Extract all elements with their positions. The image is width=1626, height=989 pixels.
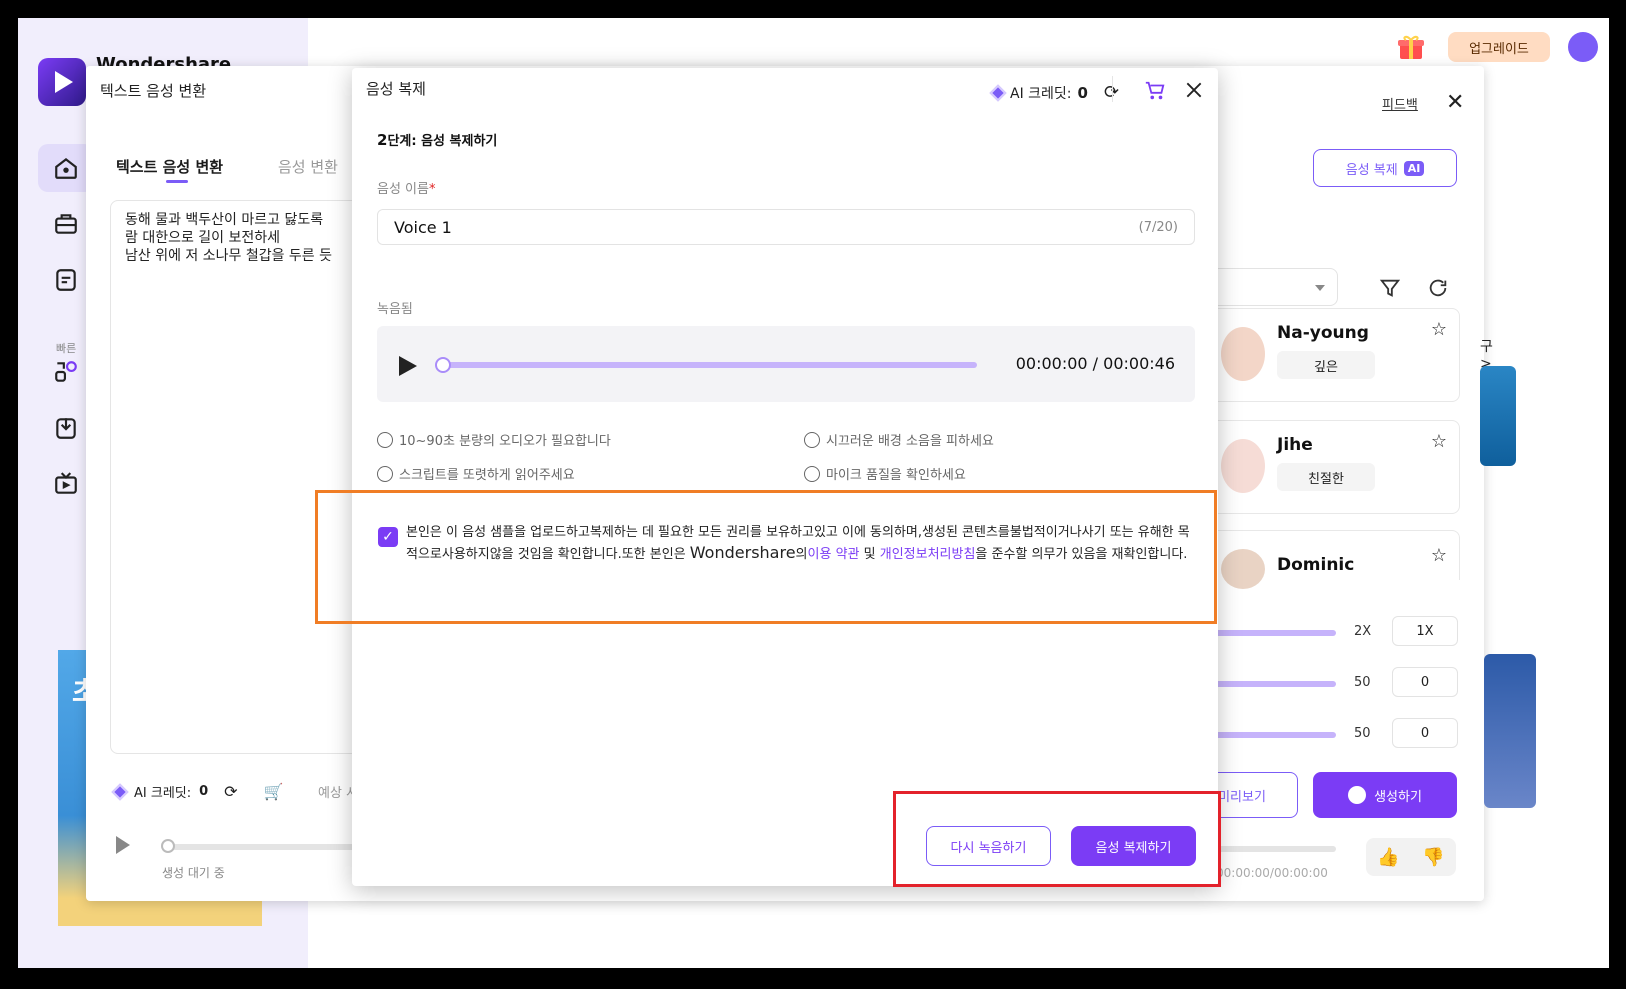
gift-icon[interactable]	[1396, 32, 1426, 62]
char-count: (7/20)	[1138, 219, 1178, 235]
voice-name: Na-young	[1277, 323, 1369, 343]
thumbs-up-icon[interactable]: 👍	[1377, 847, 1399, 868]
pitch-slider[interactable]: 50 0	[1202, 667, 1458, 699]
play-icon[interactable]	[399, 356, 417, 376]
voice-clone-modal: 음성 복제 AI 크레딧:0 ⟳ 2단계: 음성 복제하기 음성 이름* Voi…	[352, 68, 1218, 886]
voice-card[interactable]: Jihe 친절한 ☆	[1202, 420, 1460, 514]
credit-diamond-icon	[989, 84, 1007, 101]
output-progress-track[interactable]	[1216, 846, 1336, 852]
privacy-link[interactable]: 개인정보처리방침	[880, 547, 976, 562]
tip-item: 10~90초 분량의 오디오가 필요합니다	[377, 430, 611, 449]
tts-credit-row: AI 크레딧: 0 ⟳ 🛒	[111, 782, 284, 801]
slider-value-input[interactable]: 0	[1392, 667, 1458, 697]
star-icon[interactable]: ☆	[1431, 319, 1447, 340]
tts-credit-label: AI 크레딧:	[134, 786, 192, 801]
audio-player: 00:00:00 / 00:00:46	[377, 326, 1195, 402]
slider-track[interactable]	[1202, 630, 1336, 636]
recorded-label: 녹음됨	[377, 302, 413, 317]
clone-voice-button[interactable]: 음성 복제하기	[1071, 826, 1196, 866]
divider	[1112, 76, 1113, 102]
voice-clone-button[interactable]: 음성 복제 AI	[1313, 149, 1457, 187]
consent-highlight: ✓ 본인은 이 음성 샘플을 업로드하고복제하는 데 필요한 모든 권리를 보유…	[315, 490, 1217, 624]
modal-credit-label: AI 크레딧:	[1010, 85, 1072, 102]
star-icon[interactable]: ☆	[1431, 431, 1447, 452]
script-textarea[interactable]: 동해 물과 백두산이 마르고 닳도록 람 대한으로 길이 보전하세 남산 위에 …	[110, 200, 370, 754]
audio-progress-knob[interactable]	[435, 357, 451, 373]
tip-item: 스크립트를 또렷하게 읽어주세요	[377, 464, 575, 483]
tip-item: 시끄러운 배경 소음을 피하세요	[804, 430, 994, 449]
consent-checkbox[interactable]: ✓	[378, 527, 398, 547]
modal-credit-value: 0	[1077, 83, 1088, 102]
voice-name: Jihe	[1277, 435, 1313, 455]
modal-credit: AI 크레딧:0 ⟳	[989, 82, 1119, 103]
speed-slider[interactable]: 2X 1X	[1202, 616, 1458, 648]
thumbs-down-icon[interactable]: 👎	[1422, 847, 1444, 868]
voice-tag: 친절한	[1277, 463, 1375, 491]
generate-label: 생성하기	[1374, 789, 1422, 805]
volume-slider[interactable]: 50 0	[1202, 718, 1458, 750]
step-indicator: 2단계: 음성 복제하기	[377, 131, 498, 149]
cart-icon[interactable]: 🛒	[264, 782, 284, 801]
user-avatar-icon[interactable]	[1568, 32, 1598, 62]
voice-name-input[interactable]: Voice 1 (7/20)	[377, 209, 1195, 245]
cart-icon[interactable]	[1144, 80, 1166, 107]
tts-progress-track[interactable]	[164, 844, 364, 850]
slider-max-label: 50	[1354, 726, 1371, 741]
close-icon[interactable]	[1184, 80, 1204, 105]
rating-box: 👍 👎	[1366, 838, 1456, 876]
credit-diamond-icon	[111, 783, 129, 800]
check-circle-icon	[804, 465, 820, 482]
ai-badge: AI	[1403, 160, 1425, 176]
tts-credit-value: 0	[199, 784, 209, 799]
filter-icon[interactable]	[1376, 274, 1404, 302]
tts-panel-title: 텍스트 음성 변환	[100, 82, 207, 100]
audio-time: 00:00:00 / 00:00:46	[1015, 354, 1175, 373]
voice-card[interactable]: Dominic ☆	[1202, 530, 1460, 589]
upgrade-button[interactable]: 업그레이드	[1448, 32, 1550, 62]
eye-icon	[377, 465, 393, 482]
audio-progress-track[interactable]	[441, 362, 977, 368]
avatar	[1221, 327, 1265, 381]
slider-value-input[interactable]: 1X	[1392, 616, 1458, 646]
generate-button[interactable]: 생성하기	[1313, 772, 1457, 818]
slider-max-label: 50	[1354, 675, 1371, 690]
tts-close-icon[interactable]: ✕	[1446, 90, 1464, 115]
avatar	[1221, 439, 1265, 493]
side-promo-card[interactable]	[1484, 654, 1536, 808]
required-marker: *	[428, 182, 436, 197]
voice-name-label: 음성 이름*	[377, 182, 436, 197]
slider-track[interactable]	[1202, 732, 1336, 738]
consent-text: 본인은 이 음성 샘플을 업로드하고복제하는 데 필요한 모든 권리를 보유하고…	[406, 525, 1190, 562]
slider-value-input[interactable]: 0	[1392, 718, 1458, 748]
modal-title: 음성 복제	[366, 80, 426, 98]
rerecord-button[interactable]: 다시 녹음하기	[926, 826, 1051, 866]
chevron-down-icon	[1315, 285, 1325, 291]
app-logo	[38, 58, 86, 106]
tab-voice-changer[interactable]: 음성 변환	[278, 156, 338, 177]
output-time: 00:00:00/00:00:00	[1216, 866, 1328, 880]
generate-icon	[1348, 786, 1367, 804]
tip-item: 마이크 품질을 확인하세요	[804, 464, 966, 483]
tts-progress-knob[interactable]	[161, 839, 175, 853]
feedback-link[interactable]: 피드백	[1382, 94, 1418, 113]
generation-status: 생성 대기 중	[162, 866, 225, 880]
timer-icon	[377, 431, 393, 448]
voice-name: Dominic	[1277, 555, 1355, 575]
tab-text-to-speech[interactable]: 텍스트 음성 변환	[116, 156, 223, 183]
voice-clone-label: 음성 복제	[1345, 162, 1398, 178]
voice-tag: 깊은	[1277, 351, 1375, 379]
refresh-credit-icon[interactable]: ⟳	[224, 782, 237, 801]
promo-strip	[1480, 366, 1516, 466]
slider-max-label: 2X	[1354, 624, 1372, 639]
avatar	[1221, 549, 1265, 589]
star-icon[interactable]: ☆	[1431, 545, 1447, 566]
noise-icon	[804, 431, 820, 448]
terms-link[interactable]: 이용 약관	[808, 547, 860, 562]
voice-filter-select[interactable]	[1198, 268, 1338, 306]
voice-card[interactable]: Na-young 깊은 ☆	[1202, 308, 1460, 402]
refresh-icon[interactable]	[1424, 274, 1452, 302]
play-icon[interactable]	[116, 836, 130, 854]
slider-track[interactable]	[1202, 681, 1336, 687]
voice-name-value: Voice 1	[394, 217, 452, 237]
